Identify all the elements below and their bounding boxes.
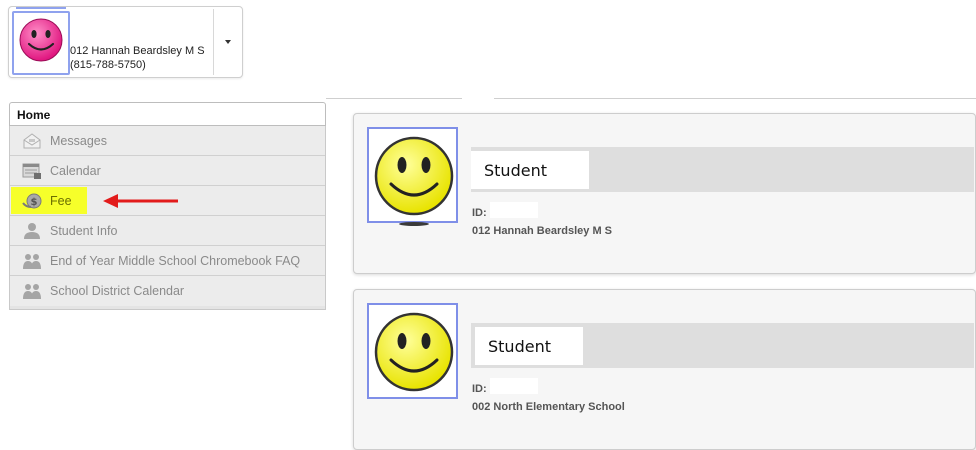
student-photo <box>367 127 458 223</box>
group-icon <box>23 254 41 269</box>
redaction-mask <box>490 378 538 394</box>
svg-text:$: $ <box>31 197 38 208</box>
sidebar-item-district-calendar[interactable]: School District Calendar <box>10 276 325 306</box>
sidebar-item-messages[interactable]: Messages <box>10 126 325 156</box>
sidebar-item-label: School District Calendar <box>50 284 185 298</box>
sidebar-menu: Messages Calendar $ Fee Student Info End… <box>9 126 326 310</box>
smiley-icon <box>374 312 454 392</box>
sidebar-item-label: Fee <box>50 194 72 208</box>
fee-coin-icon: $ <box>22 193 42 209</box>
school-avatar <box>12 7 70 75</box>
picker-divider <box>213 9 214 75</box>
student-school: 012 Hannah Beardsley M S <box>472 225 613 237</box>
sidebar-item-label: Calendar <box>50 164 101 178</box>
smiley-icon <box>19 18 63 62</box>
school-picker[interactable]: 012 Hannah Beardsley M S (815-788-5750) <box>8 6 243 78</box>
divider-line <box>326 98 462 99</box>
sidebar-item-calendar[interactable]: Calendar <box>10 156 325 186</box>
school-phone: (815-788-5750) <box>70 59 146 71</box>
student-card[interactable]: Student ID: 002 North Elementary School <box>353 289 976 450</box>
student-card[interactable]: Student ID: 012 Hannah Beardsley M S <box>353 113 976 274</box>
arrow-annotation <box>103 194 178 208</box>
calendar-icon <box>22 163 41 179</box>
tab-home[interactable]: Home <box>9 102 326 126</box>
student-role: Student <box>475 327 583 365</box>
student-role: Student <box>471 151 589 189</box>
sidebar-item-label: Messages <box>50 134 107 148</box>
student-school: 002 North Elementary School <box>472 401 625 413</box>
sidebar-item-label: End of Year Middle School Chromebook FAQ <box>50 254 301 268</box>
sidebar-item-student-info[interactable]: Student Info <box>10 216 325 246</box>
sidebar-item-label: Student Info <box>50 224 118 238</box>
student-photo <box>367 303 458 399</box>
envelope-icon <box>23 133 41 149</box>
person-icon <box>24 223 40 239</box>
group-icon <box>23 284 41 299</box>
photo-shadow <box>399 222 429 226</box>
school-name: 012 Hannah Beardsley M S <box>70 45 205 57</box>
redaction-mask <box>490 202 538 218</box>
chevron-down-icon[interactable] <box>222 35 236 49</box>
smiley-icon <box>374 136 454 216</box>
sidebar-item-chromebook-faq[interactable]: End of Year Middle School Chromebook FAQ <box>10 246 325 276</box>
divider-line <box>494 98 976 99</box>
student-id-label: ID: <box>472 207 487 219</box>
student-id-label: ID: <box>472 383 487 395</box>
